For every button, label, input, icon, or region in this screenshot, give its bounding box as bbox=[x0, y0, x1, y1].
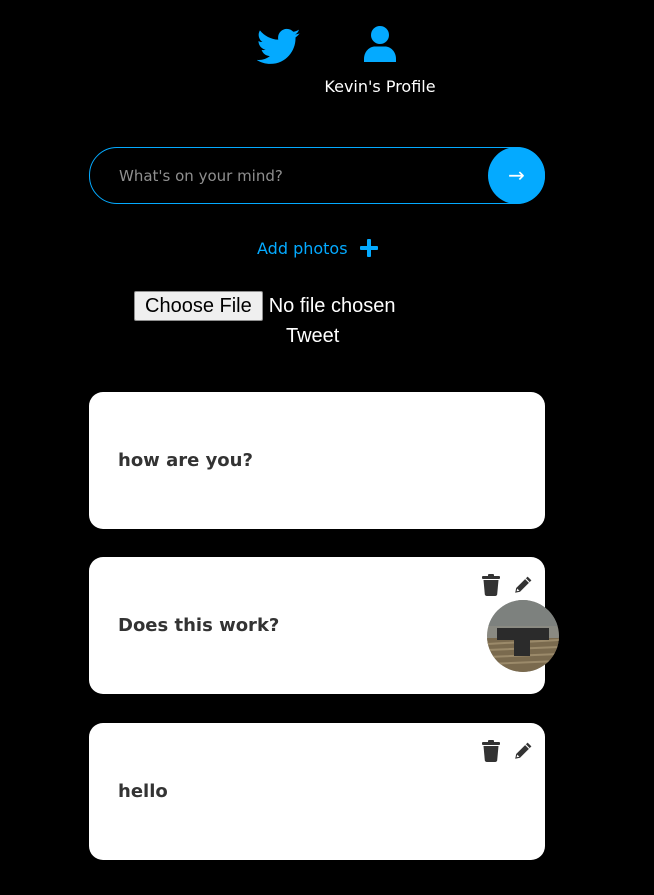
add-photos-label: Add photos bbox=[257, 238, 348, 258]
tweet-actions bbox=[481, 574, 533, 596]
submit-arrow-button[interactable]: → bbox=[488, 147, 545, 204]
tweet-input[interactable] bbox=[89, 147, 545, 204]
tweet-composer: → bbox=[89, 147, 545, 204]
tweet-card: Does this work? bbox=[89, 557, 559, 694]
file-picker: Choose File No file chosen bbox=[134, 291, 395, 321]
tweet-actions bbox=[481, 740, 533, 762]
plus-icon bbox=[359, 239, 378, 257]
trash-icon[interactable] bbox=[481, 740, 501, 762]
tweet-photo bbox=[487, 600, 559, 672]
choose-file-button[interactable]: Choose File bbox=[134, 291, 263, 321]
pencil-icon[interactable] bbox=[513, 574, 533, 596]
tweet-text: Does this work? bbox=[118, 615, 280, 636]
app-page: Kevin's Profile → Add photos Choose File… bbox=[0, 0, 654, 895]
add-photos-button[interactable]: Add photos bbox=[257, 236, 378, 260]
trash-icon[interactable] bbox=[481, 574, 501, 596]
profile-label: Kevin's Profile bbox=[324, 77, 436, 96]
twitter-bird-icon bbox=[256, 28, 301, 64]
file-status: No file chosen bbox=[268, 294, 396, 317]
tweet-card: how are you? bbox=[89, 392, 545, 529]
pencil-icon[interactable] bbox=[513, 740, 533, 762]
tweet-photo-image bbox=[487, 600, 559, 672]
tweet-text: how are you? bbox=[118, 450, 253, 471]
profile-link[interactable]: Kevin's Profile bbox=[320, 26, 440, 97]
tweet-button[interactable]: Tweet bbox=[286, 325, 339, 348]
tweet-text: hello bbox=[118, 781, 168, 802]
user-icon bbox=[364, 26, 396, 62]
tweet-card: hello bbox=[89, 723, 545, 860]
home-link[interactable] bbox=[256, 28, 301, 66]
